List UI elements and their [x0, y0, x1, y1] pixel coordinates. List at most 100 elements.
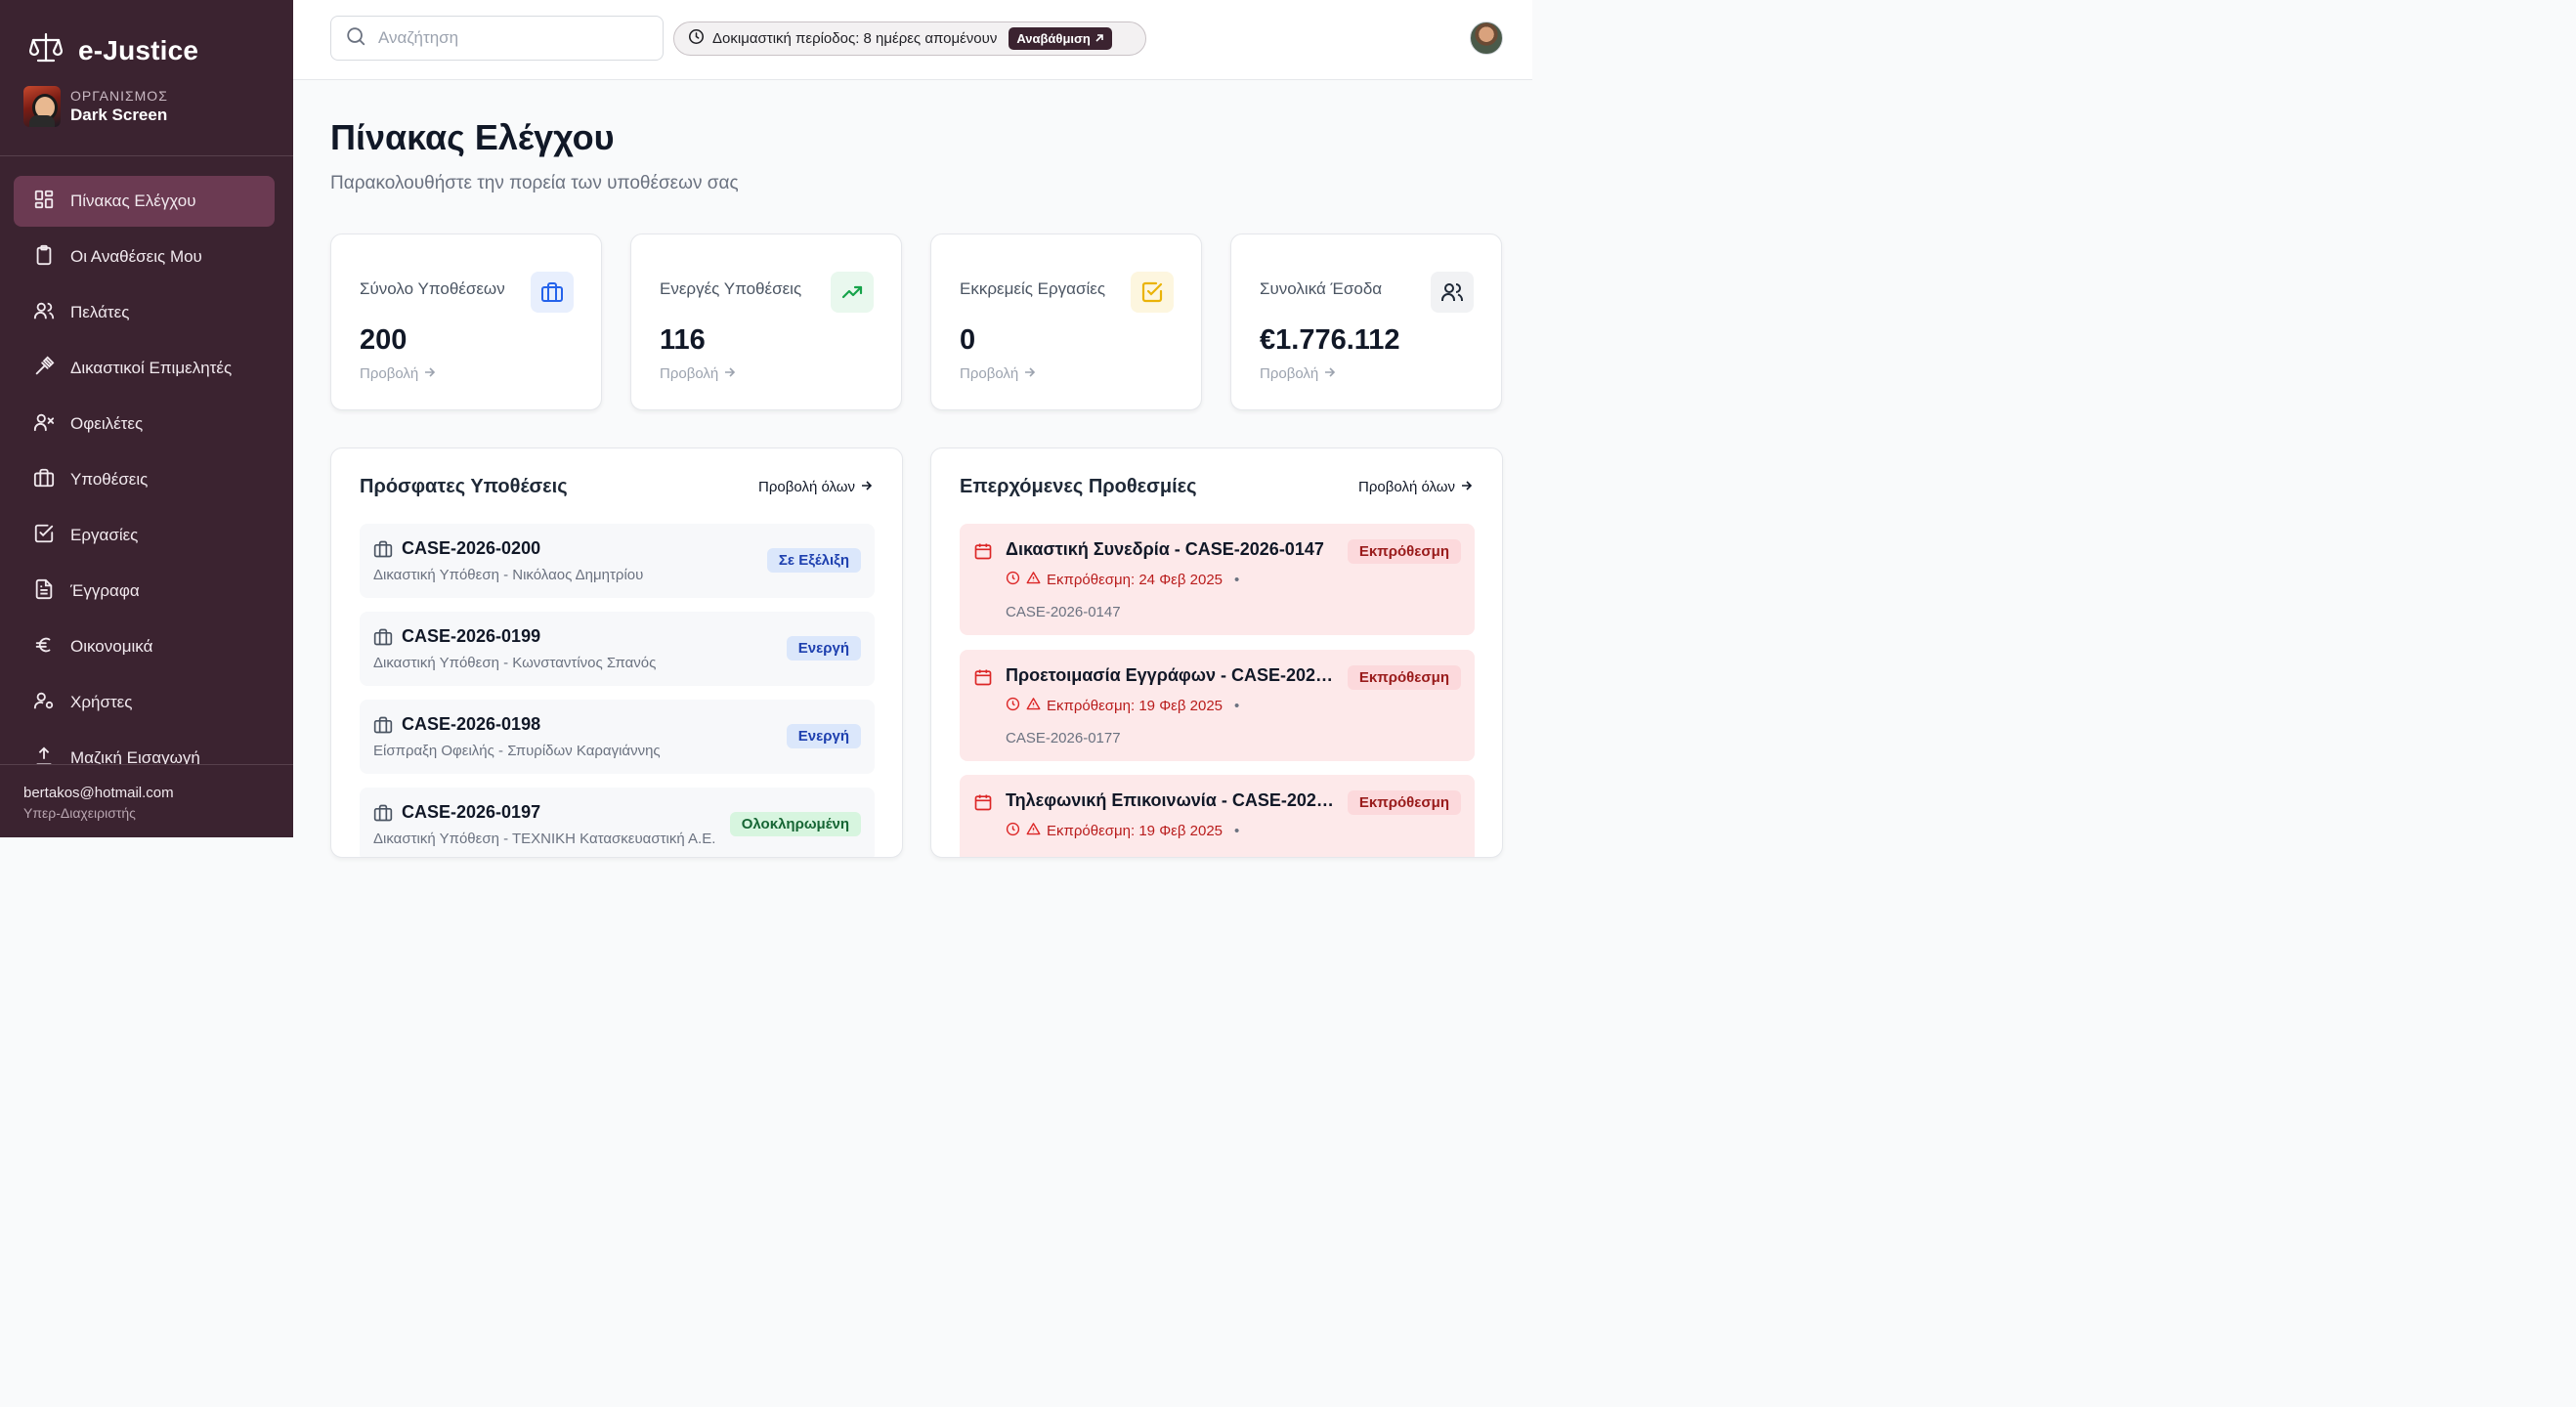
case-id: CASE-2026-0200 — [402, 538, 541, 558]
search-box[interactable] — [330, 16, 664, 61]
page-subtitle: Παρακολουθήστε την πορεία των υποθέσεων … — [330, 173, 739, 193]
arrow-right-icon — [1324, 365, 1336, 382]
dashboard-icon — [33, 189, 55, 215]
stat-card-active-cases[interactable]: Ενεργές Υποθέσεις 116 Προβολή — [630, 234, 902, 410]
topbar: Δοκιμαστική περίοδος: 8 ημέρες απομένουν… — [293, 0, 1532, 80]
scales-icon — [28, 31, 64, 69]
stat-value: €1.776.112 — [1260, 324, 1400, 356]
search-input[interactable] — [378, 28, 642, 48]
calendar-icon — [973, 541, 993, 566]
status-badge: Ενεργή — [786, 724, 861, 748]
sidebar-item-label: Έγγραφα — [70, 581, 140, 600]
briefcase-icon — [373, 715, 393, 740]
arrow-right-icon — [861, 479, 873, 495]
briefcase-icon — [373, 627, 393, 652]
case-description: Δικαστική Υπόθεση - Νικόλαος Δημητρίου — [373, 567, 644, 583]
clock-icon — [1006, 697, 1020, 715]
stat-link-label: Προβολή — [360, 365, 419, 382]
calendar-icon — [973, 792, 993, 817]
sidebar-divider — [0, 155, 293, 156]
stat-link-label: Προβολή — [960, 365, 1019, 382]
sidebar-item-documents[interactable]: Έγγραφα — [14, 566, 275, 617]
stat-value: 0 — [960, 324, 976, 356]
trending-up-icon — [831, 272, 874, 313]
stat-link-label: Προβολή — [660, 365, 719, 382]
trial-banner: Δοκιμαστική περίοδος: 8 ημέρες απομένουν… — [673, 21, 1146, 56]
deadline-case-id: CASE-2026-0147 — [1006, 604, 1121, 620]
warning-icon — [1026, 822, 1041, 840]
sidebar-item-finance[interactable]: Οικονομικά — [14, 621, 275, 672]
stat-view-link[interactable]: Προβολή — [660, 365, 736, 382]
sidebar-item-bulk-import[interactable]: Μαζική Εισαγωγή — [14, 733, 275, 764]
status-badge: Εκπρόθεσμη — [1347, 665, 1461, 690]
arrow-right-icon — [424, 365, 436, 382]
stat-label: Συνολικά Έσοδα — [1260, 279, 1383, 298]
organization-name: Dark Screen — [70, 106, 168, 124]
sidebar-user[interactable]: bertakos@hotmail.com Υπερ-Διαχειριστής — [0, 764, 293, 837]
case-row[interactable]: CASE-2026-0199 Δικαστική Υπόθεση - Κωνστ… — [360, 612, 875, 686]
arrow-right-icon — [724, 365, 736, 382]
clock-icon — [688, 28, 705, 49]
clock-icon — [1006, 822, 1020, 840]
upcoming-deadlines-panel: Επερχόμενες Προθεσμίες Προβολή όλων Δικα… — [930, 448, 1503, 858]
case-row[interactable]: CASE-2026-0198 Είσπραξη Οφειλής - Σπυρίδ… — [360, 700, 875, 774]
organization[interactable]: ΟΡΓΑΝΙΣΜΟΣ Dark Screen — [23, 86, 168, 127]
user-avatar[interactable] — [1470, 21, 1503, 55]
sidebar-item-label: Υποθέσεις — [70, 470, 149, 489]
case-row[interactable]: CASE-2026-0197 Δικαστική Υπόθεση - ΤΕΧΝΙ… — [360, 788, 875, 857]
sidebar-item-label: Οικονομικά — [70, 637, 153, 656]
view-all-cases-link[interactable]: Προβολή όλων — [758, 479, 873, 495]
deadline-item[interactable]: Τηλεφωνική Επικοινωνία - CASE-2026-... Ε… — [960, 775, 1475, 857]
sidebar-item-assignments[interactable]: Οι Αναθέσεις Μου — [14, 232, 275, 282]
sidebar-item-dashboard[interactable]: Πίνακας Ελέγχου — [14, 176, 275, 227]
deadline-meta: Εκπρόθεσμη: 24 Φεβ 2025 • — [1006, 571, 1239, 589]
briefcase-icon — [373, 539, 393, 564]
user-email: bertakos@hotmail.com — [23, 785, 174, 801]
sidebar-item-label: Δικαστικοί Επιμελητές — [70, 359, 233, 377]
case-row[interactable]: CASE-2026-0200 Δικαστική Υπόθεση - Νικόλ… — [360, 524, 875, 598]
upgrade-button[interactable]: Αναβάθμιση — [1009, 27, 1112, 50]
status-badge: Ολοκληρωμένη — [729, 812, 861, 836]
briefcase-icon — [373, 803, 393, 828]
separator-dot: • — [1234, 823, 1240, 839]
upgrade-label: Αναβάθμιση — [1016, 31, 1091, 46]
stat-value: 200 — [360, 324, 408, 356]
case-description: Δικαστική Υπόθεση - ΤΕΧΝΙΚΗ Κατασκευαστι… — [373, 831, 716, 847]
stat-card-total-revenue[interactable]: Συνολικά Έσοδα €1.776.112 Προβολή — [1230, 234, 1502, 410]
sidebar-item-label: Πελάτες — [70, 303, 130, 321]
case-description: Δικαστική Υπόθεση - Κωνσταντίνος Σπανός — [373, 655, 657, 671]
deadline-meta: Εκπρόθεσμη: 19 Φεβ 2025 • — [1006, 822, 1239, 840]
arrow-right-icon — [1024, 365, 1036, 382]
sidebar-item-tasks[interactable]: Εργασίες — [14, 510, 275, 561]
briefcase-icon — [33, 467, 55, 493]
sidebar-item-cases[interactable]: Υποθέσεις — [14, 454, 275, 505]
sidebar-item-bailiffs[interactable]: Δικαστικοί Επιμελητές — [14, 343, 275, 394]
trial-text: Δοκιμαστική περίοδος: 8 ημέρες απομένουν — [712, 30, 998, 47]
euro-icon — [33, 634, 55, 661]
deadline-title: Δικαστική Συνεδρία - CASE-2026-0147 — [1006, 539, 1324, 559]
deadline-item[interactable]: Προετοιμασία Εγγράφων - CASE-2026-... Εκ… — [960, 650, 1475, 761]
deadline-item[interactable]: Δικαστική Συνεδρία - CASE-2026-0147 Εκπρ… — [960, 524, 1475, 635]
stat-view-link[interactable]: Προβολή — [960, 365, 1036, 382]
sidebar-item-label: Εργασίες — [70, 526, 139, 544]
stat-card-pending-tasks[interactable]: Εκκρεμείς Εργασίες 0 Προβολή — [930, 234, 1202, 410]
briefcase-icon — [531, 272, 574, 313]
status-badge: Ενεργή — [786, 636, 861, 661]
stat-view-link[interactable]: Προβολή — [1260, 365, 1336, 382]
recent-cases-panel: Πρόσφατες Υποθέσεις Προβολή όλων CASE-20… — [330, 448, 903, 858]
search-icon — [345, 25, 366, 52]
stat-view-link[interactable]: Προβολή — [360, 365, 436, 382]
brand[interactable]: e-Justice — [28, 31, 198, 69]
sidebar-item-clients[interactable]: Πελάτες — [14, 287, 275, 338]
sidebar-item-debtors[interactable]: Οφειλέτες — [14, 399, 275, 449]
sidebar-item-users[interactable]: Χρήστες — [14, 677, 275, 728]
case-id: CASE-2026-0199 — [402, 626, 541, 646]
calendar-icon — [973, 667, 993, 692]
case-id: CASE-2026-0198 — [402, 714, 541, 734]
stat-link-label: Προβολή — [1260, 365, 1319, 382]
view-all-deadlines-link[interactable]: Προβολή όλων — [1358, 479, 1473, 495]
view-all-label: Προβολή όλων — [1358, 479, 1455, 495]
arrow-up-right-icon — [1095, 31, 1104, 46]
deadline-due: Εκπρόθεσμη: 24 Φεβ 2025 — [1047, 572, 1224, 588]
stat-card-total-cases[interactable]: Σύνολο Υποθέσεων 200 Προβολή — [330, 234, 602, 410]
